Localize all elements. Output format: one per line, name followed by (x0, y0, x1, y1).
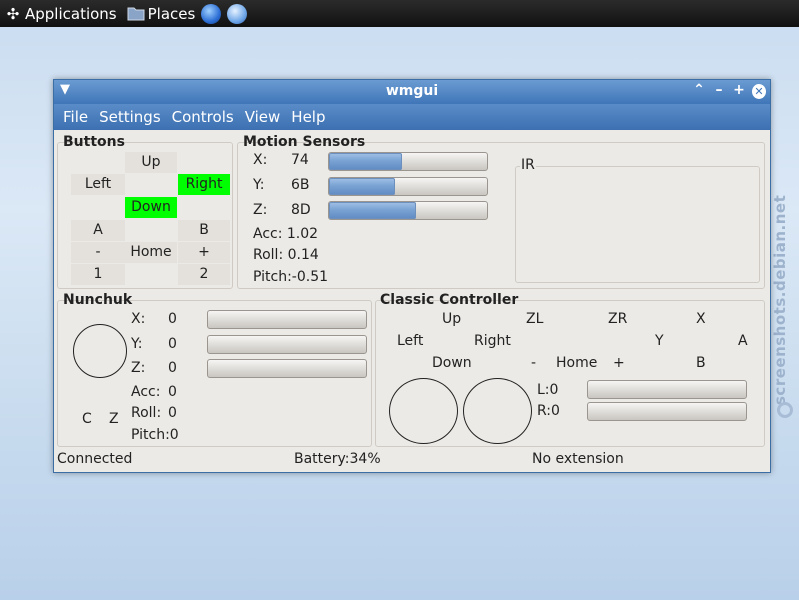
status-battery: Battery:34% (294, 451, 381, 467)
motion-y-fill (329, 178, 396, 195)
classic-up: Up (442, 311, 462, 327)
button-plus: + (178, 242, 230, 263)
classic-left: Left (397, 333, 424, 349)
classic-l-trigger: L:0 (537, 382, 559, 398)
button-up: Up (125, 152, 177, 173)
nunchuk-acc-label: Acc: (131, 384, 161, 400)
nunchuk-x-value: 0 (168, 311, 177, 327)
classic-controller-title: Classic Controller (380, 292, 519, 308)
classic-left-stick (389, 378, 458, 444)
menu-view[interactable]: View (245, 108, 281, 126)
classic-minus: - (531, 355, 537, 371)
motion-z-value: 8D (291, 202, 311, 218)
classic-r-trigger: R:0 (537, 403, 560, 419)
motion-pitch: Pitch:-0.51 (253, 269, 329, 285)
menu-controls[interactable]: Controls (172, 108, 234, 126)
close-icon[interactable]: ✕ (752, 84, 766, 99)
ir-title: IR (520, 157, 536, 173)
nunchuk-z-label: Z: (131, 360, 146, 376)
debian-logo-icon: ✣ (6, 4, 20, 23)
button-a: A (71, 220, 125, 241)
places-menu[interactable]: Places (127, 4, 196, 23)
classic-r-bar (587, 402, 747, 421)
classic-y: Y (655, 333, 664, 349)
motion-y-label: Y: (253, 177, 265, 193)
window-title: wmgui (385, 83, 439, 99)
watermark-logo-icon (777, 402, 793, 418)
button-down: Down (125, 197, 177, 218)
minimize-icon[interactable]: – (712, 82, 726, 99)
classic-plus: + (613, 355, 625, 371)
status-extension: No extension (532, 451, 624, 467)
nunchuk-x-bar (207, 310, 367, 329)
menubar: File Settings Controls View Help (54, 104, 770, 130)
classic-right-stick (463, 378, 532, 444)
motion-acc: Acc: 1.02 (253, 226, 319, 242)
nunchuk-y-label: Y: (131, 336, 143, 352)
classic-x: X (696, 311, 706, 327)
maximize-icon[interactable]: + (732, 82, 746, 99)
classic-a: A (738, 333, 748, 349)
applications-menu[interactable]: ✣ Applications (4, 5, 117, 23)
nunchuk-c-button: C (82, 411, 92, 427)
classic-right: Right (474, 333, 511, 349)
classic-zr: ZR (608, 311, 628, 327)
menu-settings[interactable]: Settings (99, 108, 161, 126)
classic-b: B (696, 355, 706, 371)
motion-x-label: X: (253, 152, 268, 168)
menu-file[interactable]: File (63, 108, 88, 126)
button-2: 2 (178, 264, 230, 285)
button-right: Right (178, 174, 230, 195)
classic-home: Home (556, 355, 598, 371)
wmgui-window: ▼ wmgui ⌃ – + ✕ File Settings Controls V… (53, 79, 771, 473)
nunchuk-z-button: Z (109, 411, 119, 427)
motion-x-bar (328, 152, 488, 171)
motion-x-fill (329, 153, 402, 170)
watermark-text: screenshots.debian.net (771, 194, 789, 406)
window-titlebar[interactable]: ▼ wmgui ⌃ – + ✕ (54, 80, 770, 104)
web-browser-launcher-icon[interactable] (201, 3, 222, 24)
mail-client-launcher-icon[interactable] (227, 3, 248, 24)
applications-label: Applications (25, 4, 117, 23)
nunchuk-z-bar (207, 359, 367, 378)
folder-icon (127, 5, 145, 23)
motion-y-value: 6B (291, 177, 310, 193)
button-1: 1 (71, 264, 125, 285)
motion-sensors-title: Motion Sensors (243, 134, 366, 150)
button-b: B (178, 220, 230, 241)
motion-x-value: 74 (291, 152, 309, 168)
nunchuk-roll-label: Roll: (131, 405, 162, 421)
nunchuk-roll-value: 0 (168, 405, 177, 421)
nunchuk-joystick (73, 324, 127, 378)
motion-roll: Roll: 0.14 (253, 247, 319, 263)
nunchuk-y-value: 0 (168, 336, 177, 352)
places-label: Places (147, 4, 196, 23)
classic-l-bar (587, 380, 747, 399)
status-bar: Connected Battery:34% No extension (54, 449, 770, 471)
nunchuk-title: Nunchuk (63, 292, 133, 308)
menu-help[interactable]: Help (291, 108, 325, 126)
motion-y-bar (328, 177, 488, 196)
status-connection: Connected (57, 451, 133, 467)
motion-z-bar (328, 201, 488, 220)
motion-z-fill (329, 202, 416, 219)
button-left: Left (71, 174, 125, 195)
button-home: Home (125, 242, 177, 263)
ir-frame (515, 166, 760, 283)
nunchuk-x-label: X: (131, 311, 146, 327)
nunchuk-acc-value: 0 (168, 384, 177, 400)
nunchuk-pitch: Pitch:0 (131, 427, 179, 443)
motion-z-label: Z: (253, 202, 268, 218)
nunchuk-z-value: 0 (168, 360, 177, 376)
classic-down: Down (432, 355, 472, 371)
shade-up-icon[interactable]: ⌃ (692, 82, 706, 99)
buttons-title: Buttons (63, 134, 125, 150)
classic-zl: ZL (526, 311, 544, 327)
button-minus: - (71, 242, 125, 263)
top-panel: ✣ Applications Places (0, 0, 799, 27)
nunchuk-y-bar (207, 335, 367, 354)
